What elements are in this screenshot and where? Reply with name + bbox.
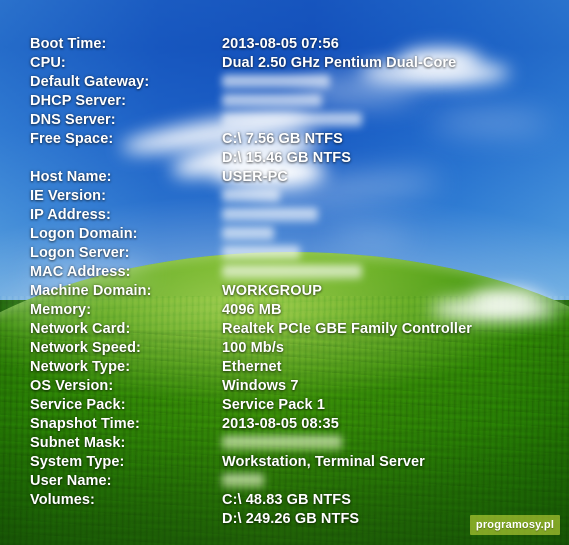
info-row-label: Free Space: [30, 131, 114, 147]
info-row: DNS Server: [0, 111, 569, 130]
redacted-value [222, 94, 322, 108]
info-row-value: Service Pack 1 [222, 397, 325, 413]
info-row-value: C:\ 7.56 GB NTFS [222, 131, 343, 147]
info-row: OS Version: Windows 7 [0, 377, 569, 396]
info-row-label: Network Card: [30, 321, 131, 337]
info-row: Boot Time: 2013-08-05 07:56 [0, 35, 569, 54]
info-row-label: DNS Server: [30, 112, 116, 128]
info-row-value: USER-PC [222, 169, 288, 185]
redacted-value [222, 436, 342, 450]
info-row: System Type: Workstation, Terminal Server [0, 453, 569, 472]
info-row-label: Host Name: [30, 169, 112, 185]
info-row-value: 2013-08-05 07:56 [222, 36, 339, 52]
info-row-value: C:\ 48.83 GB NTFS [222, 492, 352, 508]
site-watermark: programosy.pl [470, 515, 560, 535]
info-row-label: CPU: [30, 55, 66, 71]
redacted-value [222, 75, 330, 89]
info-row-label: OS Version: [30, 378, 114, 394]
info-row-label: Subnet Mask: [30, 435, 126, 451]
info-row: Logon Domain: [0, 225, 569, 244]
system-info-overlay: Boot Time: 2013-08-05 07:56 CPU: Dual 2.50 … [0, 0, 569, 545]
info-row: Logon Server: [0, 244, 569, 263]
info-row-label: Volumes: [30, 492, 95, 508]
info-row: Network Speed: 100 Mb/s [0, 339, 569, 358]
info-row-value: WORKGROUP [222, 283, 322, 299]
info-row-value: 2013-08-05 08:35 [222, 416, 339, 432]
info-row-value: 4096 MB [222, 302, 282, 318]
redacted-value [222, 113, 362, 127]
info-row-label: Logon Domain: [30, 226, 138, 242]
info-row-label: User Name: [30, 473, 112, 489]
info-row-value: Windows 7 [222, 378, 299, 394]
info-row-label: DHCP Server: [30, 93, 127, 109]
info-row-value: 100 Mb/s [222, 340, 285, 356]
info-row-label: Machine Domain: [30, 283, 152, 299]
info-row-label: IP Address: [30, 207, 111, 223]
info-row: DHCP Server: [0, 92, 569, 111]
info-row-value: Dual 2.50 GHz Pentium Dual-Core [222, 55, 457, 71]
info-row: IP Address: [0, 206, 569, 225]
info-row-value: Ethernet [222, 359, 282, 375]
info-row-label: Snapshot Time: [30, 416, 140, 432]
info-row-label: System Type: [30, 454, 125, 470]
info-row: Free Space: C:\ 7.56 GB NTFS [0, 130, 569, 149]
redacted-value [222, 208, 318, 222]
info-row-label: IE Version: [30, 188, 107, 204]
info-row: CPU: Dual 2.50 GHz Pentium Dual-Core [0, 54, 569, 73]
info-row-label: Network Type: [30, 359, 131, 375]
redacted-value [222, 227, 274, 241]
info-row: Volumes: C:\ 48.83 GB NTFS [0, 491, 569, 510]
info-row: Service Pack: Service Pack 1 [0, 396, 569, 415]
info-row-label: Boot Time: [30, 36, 107, 52]
info-row-value-line2: D:\ 15.46 GB NTFS [222, 150, 352, 166]
info-row-label: Memory: [30, 302, 92, 318]
info-row-label: Default Gateway: [30, 74, 150, 90]
info-row-value: Workstation, Terminal Server [222, 454, 425, 470]
screenshot-root: Boot Time: 2013-08-05 07:56 CPU: Dual 2.50 … [0, 0, 569, 545]
redacted-value [222, 189, 280, 203]
info-row-value: Realtek PCIe GBE Family Controller [222, 321, 472, 337]
info-row-continuation: D:\ 15.46 GB NTFS [0, 149, 569, 168]
info-row-label: Network Speed: [30, 340, 141, 356]
redacted-value [222, 246, 300, 260]
info-row: Network Type: Ethernet [0, 358, 569, 377]
info-row: Memory: 4096 MB [0, 301, 569, 320]
info-row: Subnet Mask: [0, 434, 569, 453]
info-row-label: Logon Server: [30, 245, 130, 261]
info-row: Network Card: Realtek PCIe GBE Family Con… [0, 320, 569, 339]
info-row-label: MAC Address: [30, 264, 131, 280]
redacted-value [222, 265, 362, 279]
info-row: IE Version: [0, 187, 569, 206]
info-row: Snapshot Time: 2013-08-05 08:35 [0, 415, 569, 434]
info-row-label: Service Pack: [30, 397, 126, 413]
info-row: Host Name: USER-PC [0, 168, 569, 187]
info-row-value-line2: D:\ 249.26 GB NTFS [222, 511, 360, 527]
info-row: Machine Domain: WORKGROUP [0, 282, 569, 301]
info-row: Default Gateway: [0, 73, 569, 92]
info-row: MAC Address: [0, 263, 569, 282]
redacted-value [222, 474, 264, 488]
info-row: User Name: [0, 472, 569, 491]
